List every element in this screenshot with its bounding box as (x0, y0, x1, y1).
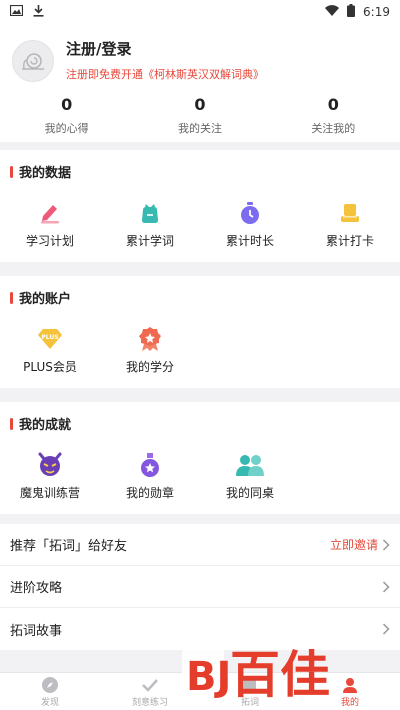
section-title: 我的数据 (10, 162, 71, 181)
item-label: 我的学分 (125, 360, 174, 374)
stat-followers[interactable]: 0 关注我的 (267, 96, 400, 136)
pencil-icon (37, 200, 63, 226)
ribbon-medal-icon (137, 326, 163, 352)
login-promo-text[interactable]: 注册即免费开通《柯林斯英汉双解词典》 (66, 66, 264, 82)
section-title: 我的成就 (10, 414, 71, 433)
invite-now-link[interactable]: 立即邀请 (330, 536, 378, 553)
compass-icon (42, 676, 58, 693)
profile-header: 注册/登录 注册即免费开通《柯林斯英汉双解词典》 0 我的心得 0 我的关注 0… (0, 24, 400, 142)
recommend-row[interactable]: 推荐「拓词」给好友 立即邀请 (0, 524, 400, 566)
section-title: 我的账户 (10, 288, 71, 307)
advanced-guide-row[interactable]: 进阶攻略 (0, 566, 400, 608)
stat-following[interactable]: 0 我的关注 (133, 96, 266, 136)
section-title-label: 我的成就 (19, 418, 72, 433)
stat-value: 0 (194, 95, 206, 114)
status-bar: 6:19 (0, 0, 400, 24)
avatar[interactable] (12, 40, 54, 82)
stat-label: 我的心得 (44, 122, 89, 135)
stopwatch-icon (237, 200, 263, 226)
tab-label: 发现 (40, 697, 59, 708)
stat-label: 关注我的 (311, 122, 356, 135)
download-icon (33, 4, 44, 20)
item-label: PLUS会员 (23, 360, 77, 374)
section-title-label: 我的账户 (19, 292, 72, 307)
item-label: 学习计划 (25, 234, 74, 248)
plus-member-item[interactable]: PLUS PLUS会员 (0, 326, 100, 375)
section-title-label: 我的数据 (19, 166, 72, 181)
item-label: 累计学词 (125, 234, 174, 248)
chevron-right-icon (382, 623, 390, 635)
clock-time: 6:19 (363, 5, 390, 19)
item-label: 我的同桌 (225, 486, 274, 500)
login-link[interactable]: 注册/登录 (66, 38, 131, 59)
check-in-item[interactable]: 累计打卡 (300, 200, 400, 249)
my-credits-item[interactable]: 我的学分 (100, 326, 200, 375)
snail-avatar-icon (22, 53, 44, 70)
item-label: 累计时长 (225, 234, 274, 248)
section-my-data: 我的数据 学习计划 累计学词 累计时长 累计打卡 (0, 150, 400, 262)
watermark-logo: BJ 百佳 (182, 640, 382, 704)
my-badges-item[interactable]: 我的勋章 (100, 452, 200, 501)
data-grid: 学习计划 累计学词 累计时长 累计打卡 (0, 200, 400, 249)
check-icon (142, 678, 158, 692)
section-my-account: 我的账户 PLUS PLUS会员 我的学分 (0, 276, 400, 388)
checkin-icon (337, 200, 363, 226)
battery-icon (347, 4, 356, 20)
medal-icon (137, 452, 163, 478)
deskmate-icon (235, 452, 265, 478)
wifi-icon (325, 5, 340, 19)
devil-icon (37, 452, 63, 478)
chevron-right-icon (382, 538, 390, 551)
accent-bar (10, 417, 13, 430)
profile-stats: 0 我的心得 0 我的关注 0 关注我的 (0, 96, 400, 136)
item-label: 我的勋章 (125, 486, 174, 500)
study-plan-item[interactable]: 学习计划 (0, 200, 100, 249)
account-grid: PLUS PLUS会员 我的学分 (0, 326, 400, 375)
chevron-right-icon (382, 580, 390, 593)
watermark-text: 百佳 (230, 646, 330, 702)
tab-discover[interactable]: 发现 (0, 673, 100, 710)
plus-diamond-icon: PLUS (34, 326, 66, 352)
my-deskmate-item[interactable]: 我的同桌 (200, 452, 300, 501)
item-label: 魔鬼训练营 (19, 486, 80, 500)
stat-value: 0 (61, 95, 73, 114)
bag-icon (137, 200, 163, 226)
achievements-grid: 魔鬼训练营 我的勋章 我的同桌 (0, 452, 400, 501)
tab-label: 刻意练习 (131, 697, 168, 708)
stat-value: 0 (327, 95, 339, 114)
study-time-item[interactable]: 累计时长 (200, 200, 300, 249)
words-learned-item[interactable]: 累计学词 (100, 200, 200, 249)
stat-label: 我的关注 (177, 122, 222, 135)
accent-bar (10, 165, 13, 178)
plus-badge-text: PLUS (41, 334, 58, 341)
row-label: 推荐「拓词」给好友 (10, 539, 128, 554)
item-label: 累计打卡 (325, 234, 374, 248)
stat-my-notes[interactable]: 0 我的心得 (0, 96, 133, 136)
gallery-icon (9, 4, 24, 19)
devil-bootcamp-item[interactable]: 魔鬼训练营 (0, 452, 100, 501)
section-achievements: 我的成就 魔鬼训练营 我的勋章 我的同桌 (0, 402, 400, 514)
row-label: 进阶攻略 (10, 581, 63, 596)
menu-list: 推荐「拓词」给好友 立即邀请 进阶攻略 拓词故事 (0, 524, 400, 650)
watermark-logo-text: BJ (186, 654, 231, 700)
row-label: 拓词故事 (10, 623, 63, 639)
accent-bar (10, 291, 13, 304)
